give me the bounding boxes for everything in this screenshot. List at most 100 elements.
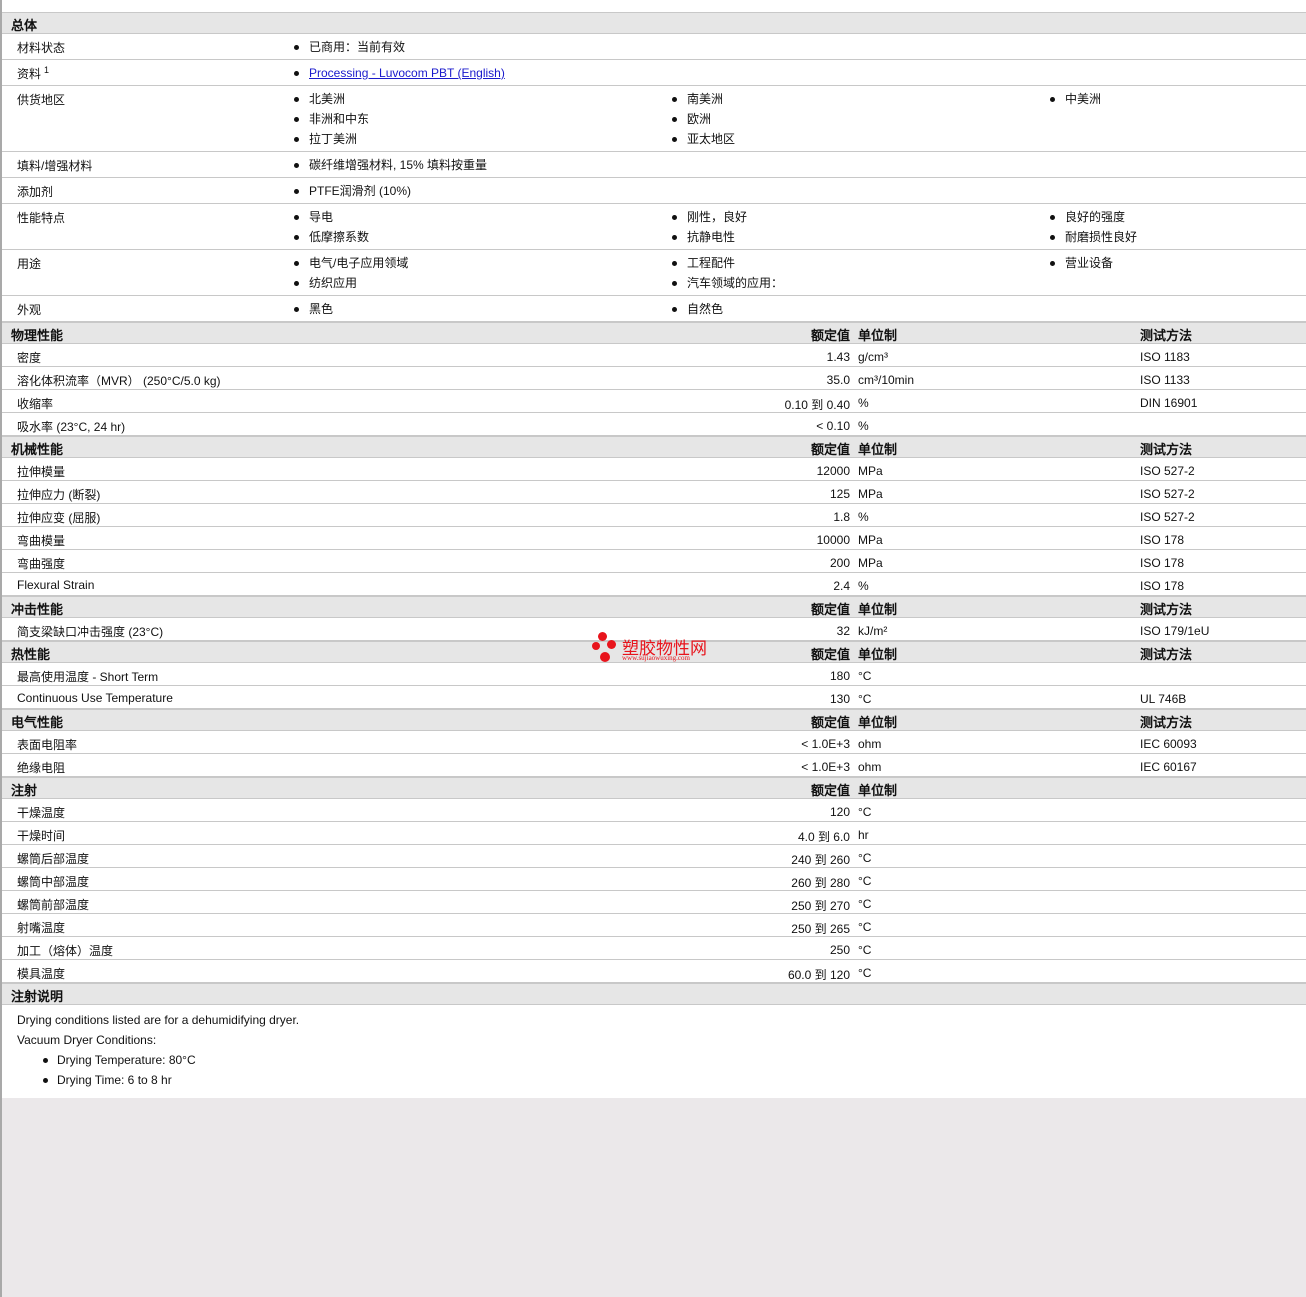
property-label: 溶化体积流率（MVR） (250°C/5.0 kg) [17,374,221,388]
test-method: ISO 1133 [1140,373,1190,387]
property-label: 性能特点 [17,209,65,226]
property-value: 120 [829,805,850,819]
property-row: 螺筒后部温度 240 到 260 °C [2,845,1306,868]
list-item-text: 已商用：当前有效 [309,40,406,54]
list-item-text: PTFE润滑剂 (10%) [309,184,412,198]
note-bullet: Drying Temperature: 80°C [17,1050,1291,1070]
test-method: ISO 178 [1140,556,1185,570]
property-value: 250 [829,943,850,957]
property-label: 用途 [17,255,41,272]
list-item: 纺织应用 [292,273,670,293]
test-method: ISO 178 [1140,579,1185,593]
property-row: 材料状态 已商用：当前有效 [2,34,1306,60]
property-value: 4.0 到 6.0 [797,830,850,844]
column-header-method: 测试方法 [1140,715,1193,730]
test-method: ISO 527-2 [1140,464,1195,478]
column-header-unit: 单位制 [858,783,898,798]
property-unit: MPa [858,487,883,501]
list-item-text: 良好的强度 [1065,210,1126,224]
property-row: 绝缘电阻 < 1.0E+3 ohm IEC 60167 [2,754,1306,777]
column-header-value: 额定值 [810,602,850,617]
property-values: 电气/电子应用领域 工程配件 营业设备 纺织应用 汽车领域的应用： [292,250,1306,295]
section-header: 注射 额定值 单位制 [2,777,1306,799]
list-item-text: 黑色 [309,302,334,316]
property-unit: g/cm³ [858,350,888,364]
property-label: 外观 [17,301,41,318]
section-title: 电气性能 [11,715,64,730]
list-item: 耐磨损性良好 [1048,227,1306,247]
property-label: 简支梁缺口冲击强度 (23°C) [17,625,164,639]
property-unit: MPa [858,464,883,478]
property-label: 资料 1 [17,65,49,82]
list-item-text: 非洲和中东 [309,112,370,126]
property-value: 180 [829,669,850,683]
property-row: 外观 黑色 自然色 [2,296,1306,322]
empty-cell [1048,109,1306,129]
property-label: 弯曲模量 [17,534,66,548]
property-label: 密度 [17,351,42,365]
list-item: 已商用：当前有效 [292,37,670,57]
property-label: 螺筒中部温度 [17,875,90,889]
list-item: 非洲和中东 [292,109,670,129]
list-item: 黑色 [292,299,670,319]
property-row: 表面电阻率 < 1.0E+3 ohm IEC 60093 [2,731,1306,754]
column-header-method: 测试方法 [1140,602,1193,617]
test-method: DIN 16901 [1140,396,1198,410]
list-item-text: 工程配件 [687,256,736,270]
list-item-text: 刚性，良好 [687,210,748,224]
processing-doc-link[interactable]: Processing - Luvocom PBT (English) [309,66,505,80]
section-header-notes: 注射说明 [2,983,1306,1005]
property-row: 拉伸应变 (屈服) 1.8% ISO 527-2 [2,504,1306,527]
property-row: 模具温度 60.0 到 120 °C [2,960,1306,983]
test-method: UL 746B [1140,692,1187,706]
list-item: 碳纤维增强材料, 15% 填料按重量 [292,155,670,175]
property-label-text: 供货地区 [17,93,66,107]
property-unit: °C [858,874,872,888]
property-value: < 0.10 [816,419,850,433]
property-value: 10000 [816,533,850,547]
property-label: 最高使用温度 - Short Term [17,670,159,684]
list-item: 欧洲 [670,109,1048,129]
property-label-text: 外观 [17,303,42,317]
list-item-text: 纺织应用 [309,276,358,290]
list-item[interactable]: Processing - Luvocom PBT (English) [292,63,670,83]
property-row: 密度 1.43 g/cm³ ISO 1183 [2,344,1306,367]
list-item: 汽车领域的应用： [670,273,1048,293]
footnote-marker: 1 [44,65,50,75]
list-item-text: 低摩擦系数 [309,230,370,244]
test-method: ISO 1183 [1140,350,1190,364]
column-header-unit: 单位制 [858,715,898,730]
list-item: 导电 [292,207,670,227]
property-unit: °C [858,897,872,911]
property-unit: ohm [858,737,882,751]
column-header-unit: 单位制 [858,442,898,457]
property-unit: MPa [858,533,883,547]
list-item-text: 南美洲 [687,92,724,106]
processing-notes: Drying conditions listed are for a dehum… [2,1005,1306,1094]
property-label-text: 填料/增强材料 [17,159,93,173]
test-method: IEC 60167 [1140,760,1197,774]
property-unit: % [858,419,869,433]
list-item-text: 导电 [309,210,334,224]
property-label: 添加剂 [17,183,53,200]
list-item-text: 北美洲 [309,92,346,106]
property-unit: kJ/m² [858,624,888,638]
property-unit: ohm [858,760,882,774]
test-method: ISO 179/1eU [1140,624,1210,638]
property-unit: MPa [858,556,883,570]
property-unit: % [858,396,869,410]
property-value: 130 [829,692,850,706]
property-row: 用途 电气/电子应用领域 工程配件 营业设备 纺织应用 汽车领域的应用： [2,250,1306,296]
section-title: 物理性能 [11,328,64,343]
property-value: 260 到 280 [791,876,850,890]
watermark-logo: 塑胶物性网 www.sujiaowuxing.com [592,632,722,666]
list-item: 刚性，良好 [670,207,1048,227]
column-header-unit: 单位制 [858,602,898,617]
column-header-value: 额定值 [810,647,850,662]
property-label: 加工（熔体）温度 [17,944,114,958]
property-label: 绝缘电阻 [17,761,66,775]
property-unit: hr [858,828,869,842]
list-item-text: 中美洲 [1065,92,1102,106]
property-row: 加工（熔体）温度 250 °C [2,937,1306,960]
empty-cell [1048,273,1306,293]
